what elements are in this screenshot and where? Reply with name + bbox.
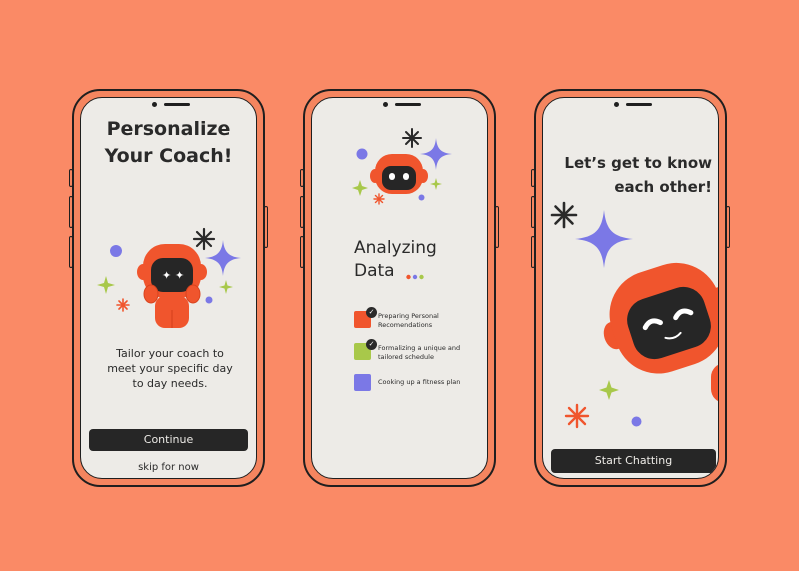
task-label: Cooking up a fitness plan	[378, 378, 461, 386]
analyzing-heading-line-1: Analyzing	[354, 238, 437, 258]
analyzing-heading-line-2: Data	[354, 261, 395, 281]
camera-dot	[383, 102, 388, 107]
start-chatting-button[interactable]: Start Chatting	[551, 449, 716, 473]
speaker-bar	[626, 103, 652, 106]
page-title-line-2: each other!	[614, 178, 712, 196]
lime-sparkle-icon	[97, 276, 115, 294]
side-button	[69, 236, 73, 268]
robot-mascot-icon	[603, 262, 718, 402]
phone-frame-2: Analyzing Data ✓ Preparing Personal Reco…	[300, 89, 499, 487]
checkmark-icon: ✓	[366, 307, 377, 318]
power-button	[726, 206, 730, 248]
purple-sparkle-icon	[205, 240, 241, 276]
loading-dots-icon	[406, 274, 424, 280]
lime-sparkle-icon	[599, 380, 619, 400]
skip-link[interactable]: skip for now	[81, 462, 256, 473]
description-text: Tailor your coach to meet your specific …	[107, 347, 233, 390]
speaker-bar	[395, 103, 421, 106]
asterisk-icon	[402, 128, 422, 148]
red-asterisk-icon	[116, 298, 130, 312]
asterisk-icon	[550, 201, 578, 229]
task-label: Preparing Personal Recomendations	[378, 312, 439, 329]
side-button	[300, 196, 304, 228]
task-color-box	[354, 374, 371, 391]
svg-text:✦: ✦	[162, 269, 171, 282]
speaker-bar	[164, 103, 190, 106]
side-button	[300, 169, 304, 187]
checkmark-icon: ✓	[366, 339, 377, 350]
page-title-line-1: Let’s get to know	[564, 154, 712, 172]
power-button	[264, 206, 268, 248]
screen-get-to-know: Let’s get to know each other! Start Chat…	[542, 97, 719, 479]
phone-frame-1: Personalize Your Coach! ✦ ✦ Tailor your …	[69, 89, 268, 487]
lime-sparkle-icon	[219, 280, 233, 294]
purple-dot-icon	[356, 148, 368, 160]
phone-frame-3: Let’s get to know each other! Start Chat…	[531, 89, 730, 487]
screen-analyzing: Analyzing Data ✓ Preparing Personal Reco…	[311, 97, 488, 479]
purple-dot-icon	[110, 245, 122, 257]
camera-dot	[614, 102, 619, 107]
lime-sparkle-icon	[352, 180, 368, 196]
task-label: Formalizing a unique and tailored schedu…	[378, 344, 461, 361]
side-button	[69, 169, 73, 187]
side-button	[300, 236, 304, 268]
page-title-line-2: Your Coach!	[104, 145, 233, 167]
robot-mascot-icon	[370, 154, 428, 194]
power-button	[495, 206, 499, 248]
purple-dot-icon	[631, 416, 642, 427]
side-button	[69, 196, 73, 228]
camera-dot	[152, 102, 157, 107]
lime-sparkle-icon	[430, 178, 442, 190]
page-title-line-1: Personalize	[106, 118, 231, 140]
side-button	[531, 196, 535, 228]
continue-button[interactable]: Continue	[89, 429, 248, 451]
red-asterisk-icon	[564, 403, 590, 429]
robot-mascot-icon: ✦ ✦	[137, 244, 207, 328]
screen-personalize: Personalize Your Coach! ✦ ✦ Tailor your …	[80, 97, 257, 479]
svg-text:✦: ✦	[175, 269, 184, 282]
side-button	[531, 236, 535, 268]
side-button	[531, 169, 535, 187]
